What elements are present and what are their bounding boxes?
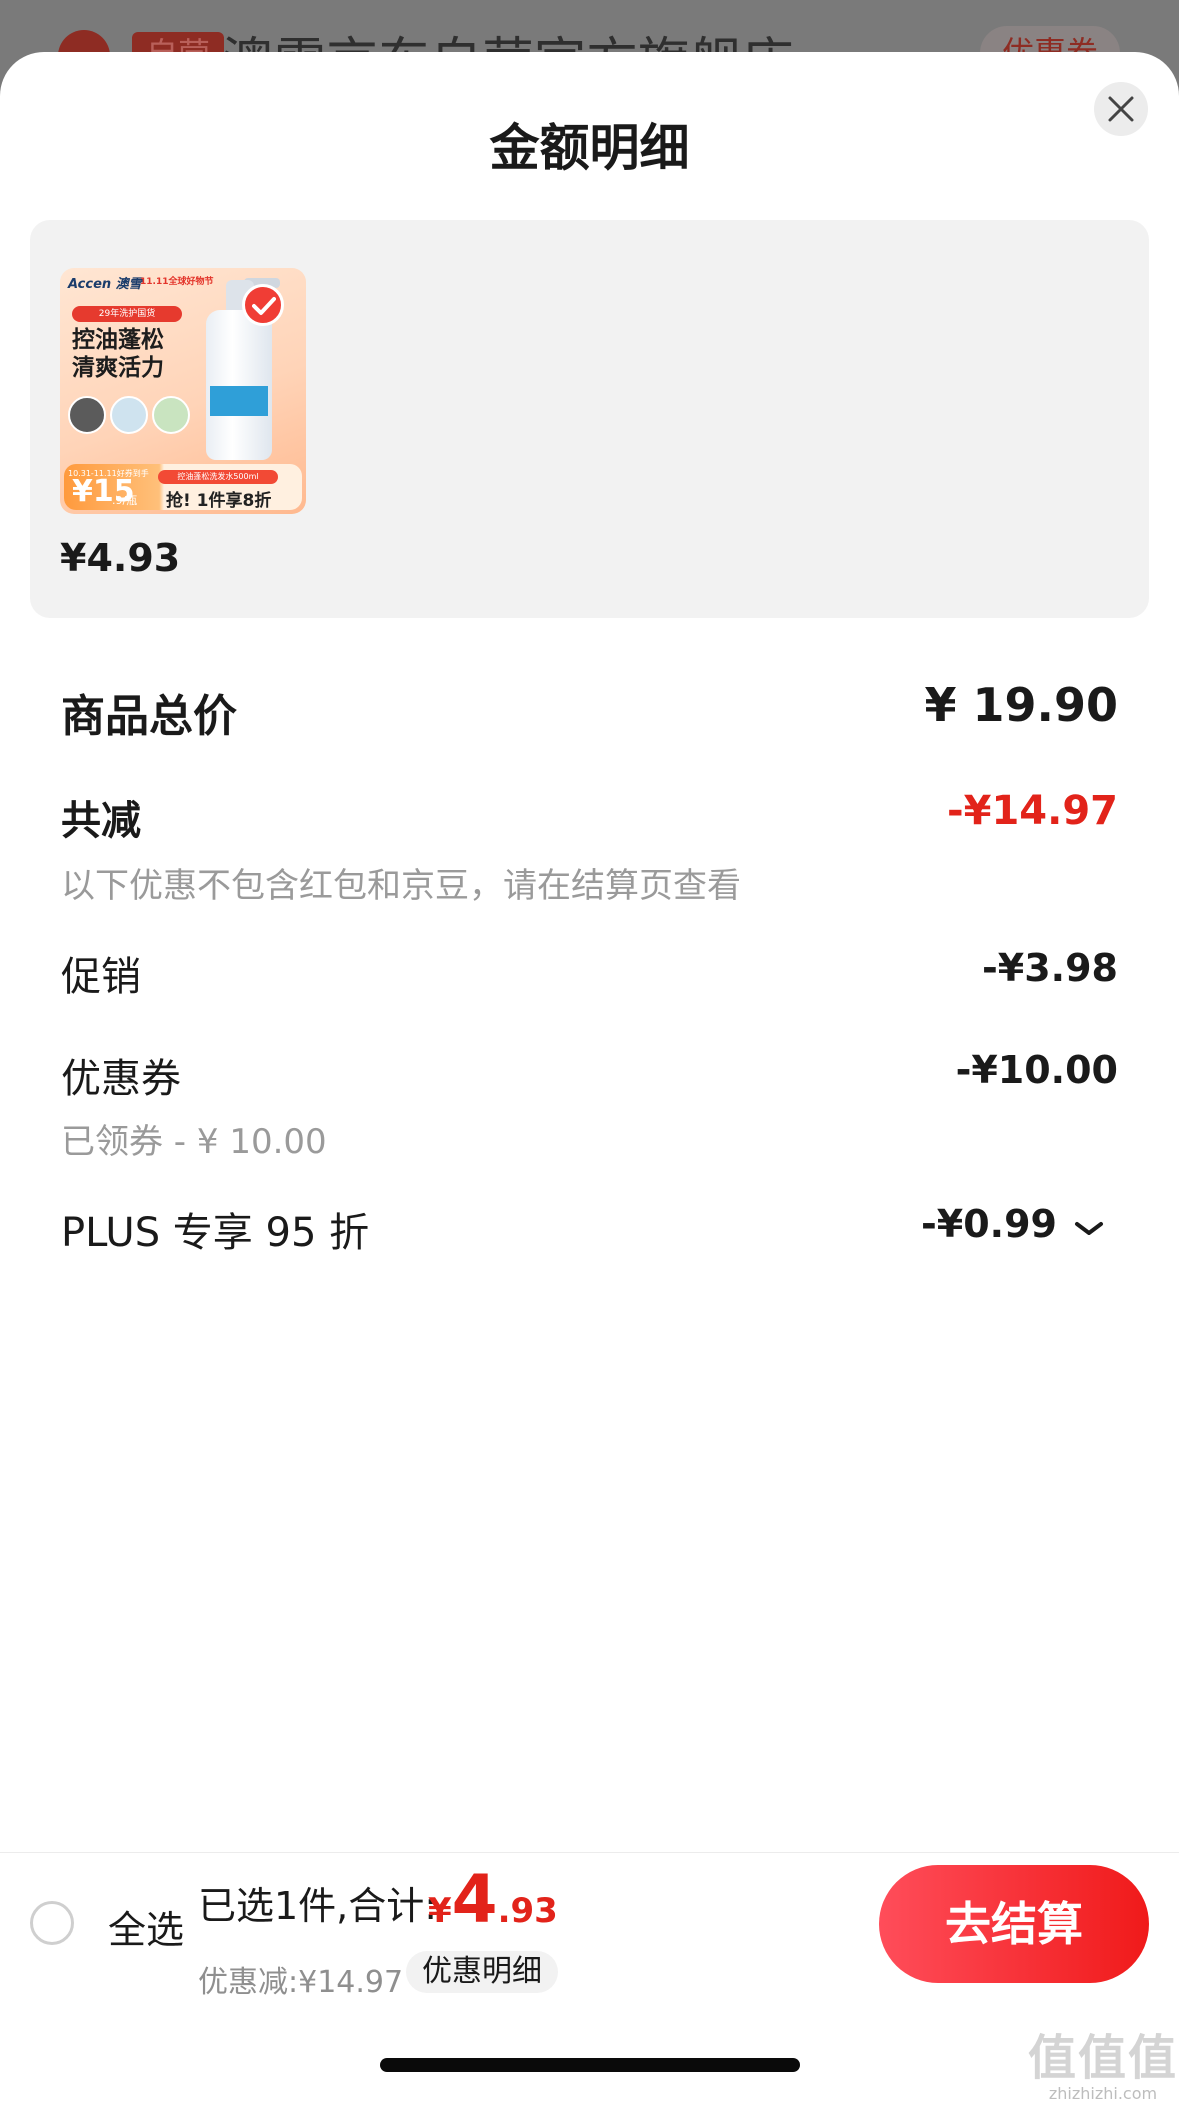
thumb-event: 11.11全球好物节 <box>140 277 214 287</box>
checkmark-icon <box>252 297 276 315</box>
total-reduce-label: 共减 <box>61 798 141 844</box>
coupon-note: 已领券 - ¥ 10.00 <box>61 1122 327 1162</box>
chevron-down-icon[interactable] <box>1074 1220 1104 1238</box>
thumb-feature-icons <box>68 396 194 438</box>
coupon-label: 优惠券 <box>61 1056 181 1102</box>
watermark: 值值值 zhizhizhi.com <box>1028 2018 1178 2103</box>
watermark-logo: 值值值 <box>1028 2030 1179 2086</box>
plus-discount-value[interactable]: -¥0.99 <box>921 1202 1057 1246</box>
thumb-sub-label: 控油蓬松洗发水500ml <box>158 470 278 484</box>
total-decimal: .93 <box>497 1891 558 1931</box>
bottom-total-price: ¥4.93 <box>428 1861 558 1938</box>
close-button[interactable] <box>1094 82 1148 136</box>
promo-value: -¥3.98 <box>982 946 1118 990</box>
checkout-bar: 全选 已选1件,合计: ¥4.93 优惠减:¥14.97 优惠明细 去结算 <box>0 1852 1179 2000</box>
select-all-label[interactable]: 全选 <box>108 1899 184 1954</box>
discount-text: 优惠减:¥14.97 <box>198 1965 404 2000</box>
thumb-headline: 控油蓬松 清爽活力 <box>72 326 164 382</box>
reduce-note: 以下优惠不包含红包和京豆，请在结算页查看 <box>61 866 741 906</box>
select-all-radio[interactable] <box>30 1901 74 1945</box>
coupon-value: -¥10.00 <box>955 1048 1118 1092</box>
bottle-body <box>206 310 272 460</box>
home-indicator[interactable] <box>380 2058 800 2072</box>
thumb-price-unit: .9/瓶 <box>112 494 138 507</box>
thumb-headline-line1: 控油蓬松 <box>72 327 164 353</box>
sheet-title: 金额明细 <box>489 119 690 177</box>
plus-discount-label: PLUS 专享 95 折 <box>61 1210 370 1256</box>
product-thumbnail[interactable]: Accen 澳雪 11.11全球好物节 29年洗护国货 控油蓬松 清爽活力 10… <box>60 268 306 514</box>
product-price: ¥4.93 <box>60 536 181 580</box>
total-currency: ¥ <box>428 1891 452 1931</box>
selected-summary: 已选1件,合计: <box>198 1884 438 1928</box>
discount-detail-button[interactable]: 优惠明细 <box>406 1951 558 1993</box>
total-price-value: ¥ 19.90 <box>924 678 1118 732</box>
thumb-ribbon: 29年洗护国货 <box>72 306 182 322</box>
total-reduce-value: -¥14.97 <box>947 788 1118 834</box>
total-price-label: 商品总价 <box>61 691 237 742</box>
feature-icon <box>68 396 106 434</box>
checkout-button[interactable]: 去结算 <box>879 1865 1149 1983</box>
thumb-headline-line2: 清爽活力 <box>72 355 164 381</box>
selected-check-icon[interactable] <box>242 284 284 326</box>
thumb-brand: Accen 澳雪 <box>68 277 142 292</box>
product-card: Accen 澳雪 11.11全球好物节 29年洗护国货 控油蓬松 清爽活力 10… <box>30 220 1149 618</box>
feature-icon <box>152 396 190 434</box>
thumb-deal: 抢! 1件享8折 <box>166 491 272 511</box>
bottle-label <box>210 386 268 416</box>
feature-icon <box>110 396 148 434</box>
total-integer: 4 <box>451 1861 498 1938</box>
promo-label: 促销 <box>61 954 141 1000</box>
watermark-url: zhizhizhi.com <box>1048 2084 1158 2103</box>
close-icon <box>1108 96 1134 122</box>
